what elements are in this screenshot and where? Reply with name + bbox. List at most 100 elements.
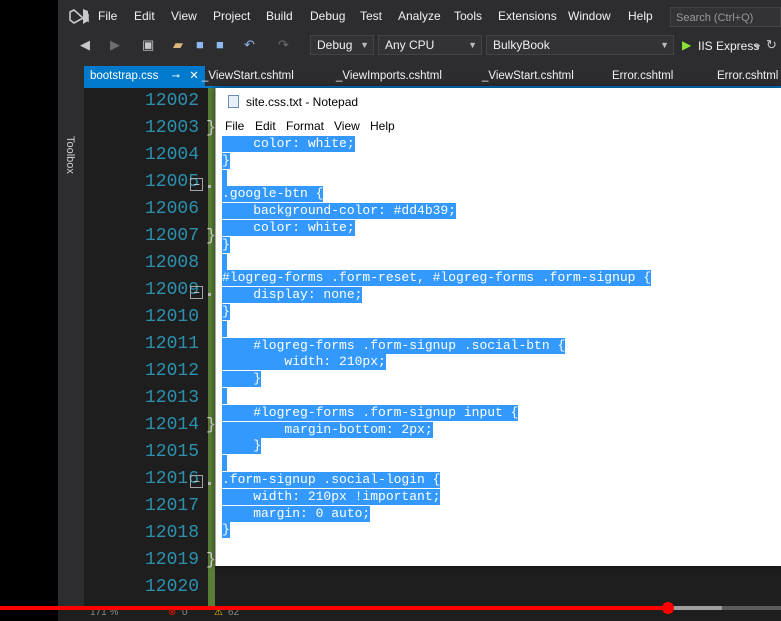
tab-bootstrap-css[interactable]: bootstrap.css ⊸ ✕ [84, 66, 205, 86]
run-target-button[interactable]: IIS Express [698, 37, 759, 55]
notepad-menu-file[interactable]: File [225, 119, 244, 133]
notepad-text-area[interactable]: color: white;} .google-btn { background-c… [222, 134, 777, 564]
menu-item-tools[interactable]: Tools [454, 9, 482, 23]
redo-icon[interactable]: ↷ [278, 36, 289, 54]
close-icon[interactable]: ✕ [189, 70, 199, 82]
notepad-title: site.css.txt - Notepad [246, 95, 359, 109]
code-line: width: 210px !important; [222, 488, 441, 505]
notepad-menu-help[interactable]: Help [370, 119, 395, 133]
tab-viewstart-2[interactable]: _ViewStart.cshtml [482, 66, 574, 86]
search-input[interactable]: Search (Ctrl+Q) [670, 7, 781, 27]
code-line: .google-btn { [222, 186, 324, 203]
line-number: 12004 [144, 145, 199, 165]
fold-dot [208, 293, 211, 296]
save-all-icon[interactable]: ■ [216, 36, 224, 54]
played-range [0, 606, 668, 610]
line-number: 12010 [144, 307, 199, 327]
notepad-menu-edit[interactable]: Edit [255, 119, 276, 133]
notepad-menu-format[interactable]: Format [286, 119, 324, 133]
configuration-value: Debug [317, 38, 353, 52]
fold-dot [208, 482, 211, 485]
chevron-down-icon: ▼ [468, 40, 477, 50]
notepad-icon [228, 95, 239, 108]
line-number: 12006 [144, 199, 199, 219]
menu-item-test[interactable]: Test [360, 9, 382, 23]
menu-bar: File Edit View Project Build Debug Test Analyze… [58, 0, 781, 32]
startup-project-dropdown[interactable]: BulkyBook ▼ [486, 35, 674, 55]
refresh-icon[interactable]: ↻ [766, 36, 777, 54]
code-line [222, 253, 227, 270]
menu-item-debug[interactable]: Debug [310, 9, 345, 23]
code-line: } [222, 438, 262, 455]
visual-studio-logo-icon [69, 9, 89, 24]
video-progress-bar[interactable] [0, 602, 781, 614]
buffered-range [667, 606, 723, 610]
startup-project-value: BulkyBook [493, 38, 550, 52]
pin-icon[interactable]: ⊸ [172, 71, 180, 82]
navigate-forward-icon[interactable]: ▶ [110, 36, 120, 54]
fold-dot [208, 185, 211, 188]
line-number: 12013 [144, 388, 199, 408]
notepad-title-bar[interactable]: site.css.txt - Notepad [216, 88, 781, 116]
code-line [222, 320, 227, 337]
line-number: 12014 [144, 415, 199, 435]
menu-item-edit[interactable]: Edit [134, 9, 155, 23]
undo-icon[interactable]: ↶ [244, 36, 255, 54]
collapse-icon[interactable]: − [190, 475, 203, 488]
notepad-menu-view[interactable]: View [334, 119, 360, 133]
indicator-margin [84, 88, 104, 606]
standard-toolbar: ◀ ▶ ▣ ▰ ■ ■ ↶ ↷ Debug ▼ Any CPU ▼ BulkyB… [58, 32, 781, 58]
line-number: 12015 [144, 442, 199, 462]
line-number: 12009 [144, 280, 199, 300]
navigate-back-icon[interactable]: ◀ [80, 36, 90, 54]
chevron-down-icon: ▼ [360, 40, 369, 50]
save-icon[interactable]: ■ [196, 36, 204, 54]
menu-item-extensions[interactable]: Extensions [498, 9, 557, 23]
code-line: } [222, 236, 230, 253]
menu-item-build[interactable]: Build [266, 9, 293, 23]
document-tab-bar: bootstrap.css ⊸ ✕ _ViewStart.cshtml _Vie… [84, 66, 781, 88]
code-line [222, 169, 227, 186]
line-number: 12005 [144, 172, 199, 192]
code-line: } [222, 152, 230, 169]
code-line: background-color: #dd4b39; [222, 203, 457, 220]
chevron-down-icon: ▼ [660, 40, 669, 50]
tab-viewstart[interactable]: _ViewStart.cshtml [202, 66, 294, 86]
menu-item-analyze[interactable]: Analyze [398, 9, 441, 23]
menu-item-help[interactable]: Help [628, 9, 653, 23]
tab-error[interactable]: Error.cshtml [612, 66, 673, 86]
line-number: 12003 [144, 118, 199, 138]
menu-item-view[interactable]: View [171, 9, 197, 23]
line-number: 12002 [144, 91, 199, 111]
tab-error-2[interactable]: Error.cshtml [717, 66, 778, 86]
tab-label: bootstrap.css [90, 70, 159, 82]
code-line [222, 455, 227, 472]
code-line: color: white; [222, 220, 355, 236]
toolbox-panel[interactable]: Toolbox [58, 66, 82, 606]
new-project-icon[interactable]: ▣ [142, 36, 154, 54]
collapse-icon[interactable]: − [190, 286, 203, 299]
menu-item-project[interactable]: Project [213, 9, 250, 23]
tab-viewimports[interactable]: _ViewImports.cshtml [336, 66, 442, 86]
scrubber-handle[interactable] [661, 602, 674, 614]
run-icon[interactable]: ▶ [682, 36, 691, 54]
code-line: color: white; [222, 136, 355, 152]
platform-dropdown[interactable]: Any CPU ▼ [378, 35, 482, 55]
chevron-down-icon[interactable]: ▼ [753, 38, 762, 56]
platform-value: Any CPU [385, 38, 435, 52]
notepad-window[interactable]: site.css.txt - Notepad File Edit Format Vie… [215, 88, 781, 566]
line-number: 12008 [144, 253, 199, 273]
code-line [222, 388, 227, 404]
collapse-icon[interactable]: − [190, 178, 203, 191]
code-line: } [222, 371, 262, 388]
menu-item-window[interactable]: Window [568, 9, 611, 23]
line-number: 12012 [144, 361, 199, 381]
menu-item-file[interactable]: File [98, 9, 117, 23]
configuration-dropdown[interactable]: Debug ▼ [310, 35, 374, 55]
line-number: 12017 [144, 496, 199, 516]
change-tracking-bar [208, 88, 215, 606]
code-line: #logreg-forms .form-signup .social-btn { [222, 337, 566, 354]
line-number: 12007 [144, 226, 199, 246]
open-file-icon[interactable]: ▰ [173, 36, 183, 54]
notepad-menu-bar: File Edit Format View Help [216, 116, 781, 136]
